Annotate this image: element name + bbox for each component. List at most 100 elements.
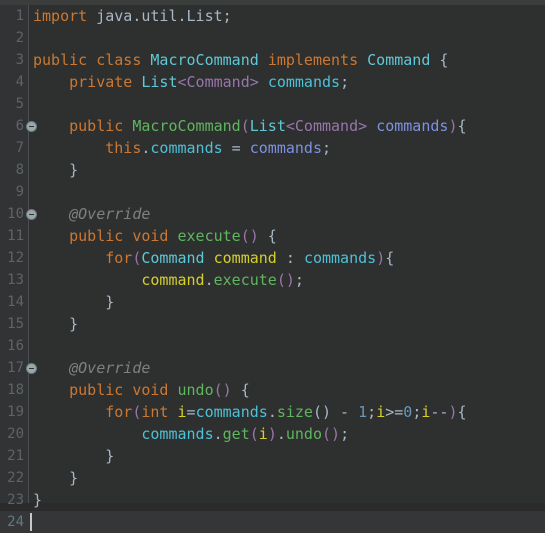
code-line[interactable]: 6 public MacroCommand(List<Command> comm… [0, 115, 545, 137]
code-token: > [358, 117, 368, 135]
code-line[interactable]: 22 } [0, 467, 545, 489]
code-line[interactable]: 4 private List<Command> commands; [0, 71, 545, 93]
code-token: undo [285, 425, 322, 443]
code-line[interactable]: 15 } [0, 313, 545, 335]
code-line[interactable]: 23} [0, 489, 545, 511]
code-line[interactable]: 16 [0, 335, 545, 357]
code-line-text: public class MacroCommand implements Com… [33, 49, 448, 71]
code-token: size [276, 403, 313, 421]
code-line-text: @Override [33, 203, 150, 225]
code-token: < [177, 73, 187, 91]
code-line[interactable]: 9 [0, 181, 545, 203]
code-token: MacroCommand [150, 51, 259, 69]
code-token: >= [385, 403, 404, 421]
code-token: public class [33, 51, 142, 69]
code-token: ; [294, 271, 304, 289]
code-token: ; [322, 139, 332, 157]
code-line[interactable]: 21 } [0, 445, 545, 467]
code-token: @Override [69, 205, 151, 223]
code-line-text: for(int i=commands.size() - 1;i>=0;i--){ [33, 401, 467, 423]
code-line-text: } [33, 445, 114, 467]
code-token: ( [240, 117, 250, 135]
code-token: { [457, 403, 467, 421]
code-line-current[interactable]: 24 [0, 511, 545, 533]
code-token: () [276, 271, 295, 289]
code-token: public void [69, 381, 169, 399]
code-line[interactable]: 13 command.execute(); [0, 269, 545, 291]
line-number: 13 [7, 272, 24, 288]
code-token: { [385, 249, 395, 267]
code-line-text: this.commands = commands; [33, 137, 331, 159]
code-token: Command [367, 51, 431, 69]
code-line-text: @Override [33, 357, 150, 379]
code-line[interactable]: 12 for(Command command : commands){ [0, 247, 545, 269]
code-line-text: } [33, 313, 78, 335]
line-number: 1 [15, 8, 24, 24]
code-token: } [33, 469, 79, 487]
editor-code-area[interactable]: 1 import java.util.List; 2 3 public class Ma… [0, 5, 545, 533]
line-number: 22 [7, 470, 24, 486]
code-line[interactable]: 5 [0, 93, 545, 115]
code-line[interactable]: 1 import java.util.List; [0, 5, 545, 27]
code-line[interactable]: 19 for(int i=commands.size() - 1;i>=0;i-… [0, 401, 545, 423]
code-line[interactable]: 14 } [0, 291, 545, 313]
code-token: } [33, 293, 115, 311]
line-number: 12 [7, 250, 24, 266]
line-number: 16 [7, 338, 24, 354]
code-lines[interactable]: 1 import java.util.List; 2 3 public class Ma… [0, 5, 545, 533]
code-token: { [457, 117, 467, 135]
code-line[interactable]: 2 [0, 27, 545, 49]
code-token: } [33, 161, 79, 179]
code-line-text: commands.get(i).undo(); [33, 423, 349, 445]
code-line[interactable]: 18 public void undo() { [0, 379, 545, 401]
code-line[interactable]: 7 this.commands = commands; [0, 137, 545, 159]
code-token: Command [141, 249, 205, 267]
code-token: commands [249, 139, 322, 157]
code-token: private [69, 73, 133, 91]
code-line[interactable]: 8 } [0, 159, 545, 181]
line-number: 9 [15, 184, 24, 200]
line-number: 21 [7, 448, 24, 464]
code-token: @Override [69, 359, 151, 377]
code-line-text: } [33, 489, 42, 511]
code-token: . [276, 425, 286, 443]
code-line[interactable]: 20 commands.get(i).undo(); [0, 423, 545, 445]
code-line-text: public void undo() { [33, 379, 250, 401]
code-token: i [177, 403, 187, 421]
code-token: -- [430, 403, 449, 421]
code-line[interactable]: 10 @Override [0, 203, 545, 225]
code-token: Command [294, 117, 359, 135]
code-token: = [186, 403, 196, 421]
code-line[interactable]: 17 @Override [0, 357, 545, 379]
code-token: . [204, 271, 214, 289]
code-token: < [285, 117, 295, 135]
line-number: 8 [15, 162, 24, 178]
code-token: ; [340, 73, 350, 91]
code-token: () [213, 381, 232, 399]
code-token: 0 [403, 403, 413, 421]
code-token: { [430, 51, 449, 69]
code-token: java.util.List; [87, 7, 232, 25]
code-token: List [141, 73, 178, 91]
code-token: implements [267, 51, 359, 69]
code-token: - [331, 403, 359, 421]
code-line[interactable]: 3 public class MacroCommand implements Co… [0, 49, 545, 71]
line-number: 23 [7, 492, 24, 508]
code-token: = [222, 139, 250, 157]
code-token: ) [376, 249, 386, 267]
code-token: commands [141, 425, 214, 443]
code-line[interactable]: 11 public void execute() { [0, 225, 545, 247]
code-editor[interactable]: 1 import java.util.List; 2 3 public class Ma… [0, 0, 545, 533]
code-line-text: private List<Command> commands; [33, 71, 349, 93]
code-token: for [105, 403, 133, 421]
